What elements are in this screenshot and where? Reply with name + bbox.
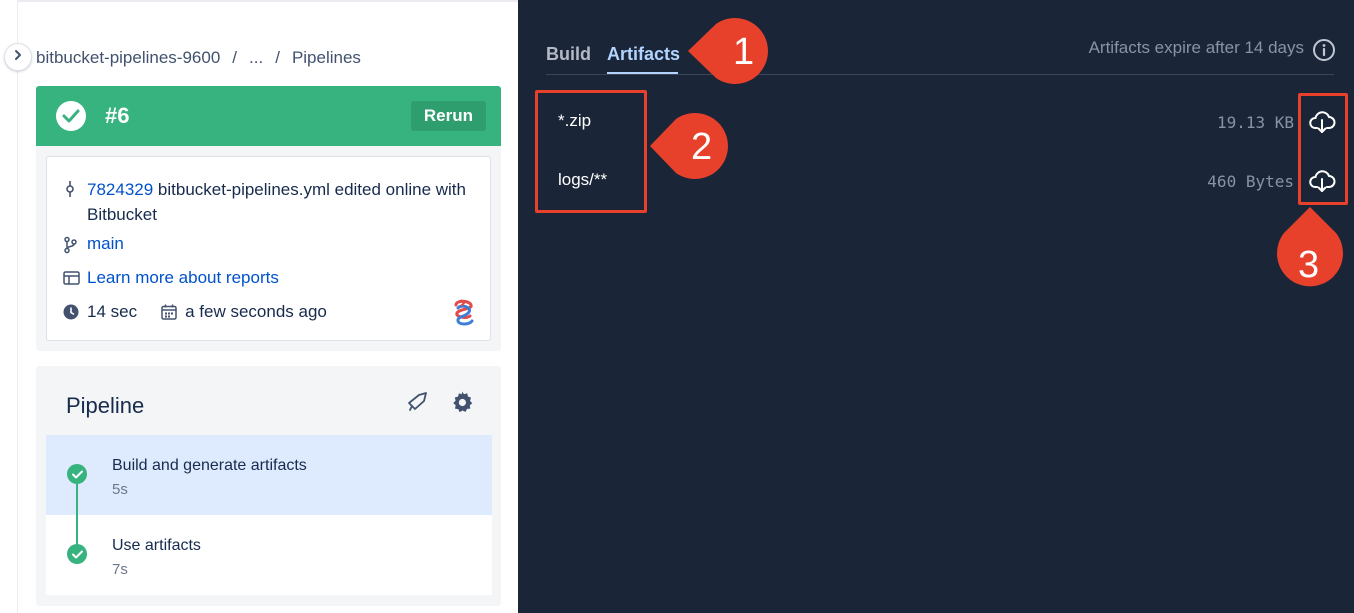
commit-info: 7824329 bitbucket-pipelines.yml edited o… [87,177,487,227]
step-duration: 5s [112,481,128,498]
step-name: Use artifacts [112,537,201,554]
step-success-icon [67,544,87,564]
callout-number-1: 1 [733,31,755,73]
build-status-bar: #6 Rerun [36,86,501,146]
sidebar-expand-button[interactable] [4,43,32,71]
breadcrumb: bitbucket-pipelines-9600 / ... / Pipelin… [36,48,361,68]
notification-icon[interactable] [406,390,430,419]
learn-reports-link[interactable]: Learn more about reports [87,268,279,288]
breadcrumb-separator: / [275,48,280,67]
success-check-icon [56,101,86,131]
chevron-right-icon [13,48,23,66]
breadcrumb-ellipsis[interactable]: ... [249,48,263,68]
step-success-icon [67,464,87,484]
top-divider [18,0,518,2]
callout-number-2: 2 [691,126,713,168]
pipeline-step[interactable]: Use artifacts 7s [46,515,492,595]
commit-row: 7824329 bitbucket-pipelines.yml edited o… [63,177,487,227]
breadcrumb-pipelines[interactable]: Pipelines [292,48,361,68]
highlight-download-buttons [1298,93,1348,205]
tab-artifacts[interactable]: Artifacts [607,44,680,65]
step-connector [76,484,78,546]
clock-icon [63,302,83,320]
step-name: Build and generate artifacts [112,457,307,474]
branch-link[interactable]: main [87,234,124,254]
build-duration: 14 sec [87,302,138,321]
callout-number-3: 3 [1298,244,1320,286]
calendar-icon [161,302,181,320]
reports-row: Learn more about reports [63,268,279,288]
tab-divider [546,74,1334,75]
gear-icon[interactable] [450,390,474,419]
branch-row: main [63,234,124,254]
pipeline-step[interactable]: Build and generate artifacts 5s [46,435,492,515]
pipeline-steps: Build and generate artifacts 5s Use arti… [46,435,492,595]
step-duration: 7s [112,561,128,578]
artifact-size: 19.13 KB [1216,113,1294,132]
build-info-card: 7824329 bitbucket-pipelines.yml edited o… [46,156,491,341]
highlight-artifact-names [535,90,647,213]
commit-icon [63,177,83,199]
pipeline-panel: Pipeline Build and generate artifacts 5s… [36,366,501,606]
build-info-panel: 7824329 bitbucket-pipelines.yml edited o… [36,146,501,351]
artifact-size: 460 Bytes [1207,172,1294,191]
build-time-ago: a few seconds ago [185,302,327,321]
info-icon[interactable] [1312,38,1336,67]
breadcrumb-separator: / [232,48,238,67]
left-edge [0,0,18,613]
branch-icon [63,234,83,254]
breadcrumb-repo[interactable]: bitbucket-pipelines-9600 [36,48,220,68]
pipeline-title: Pipeline [66,393,145,418]
commit-hash-link[interactable]: 7824329 [87,180,153,199]
user-avatar[interactable] [449,297,479,332]
rerun-button[interactable]: Rerun [410,101,486,131]
artifacts-expire-note: Artifacts expire after 14 days [1088,38,1304,57]
duration-row: 14 sec a few seconds ago [63,302,327,322]
reports-icon [63,268,83,286]
tab-build[interactable]: Build [546,44,591,65]
build-number: #6 [105,103,130,128]
